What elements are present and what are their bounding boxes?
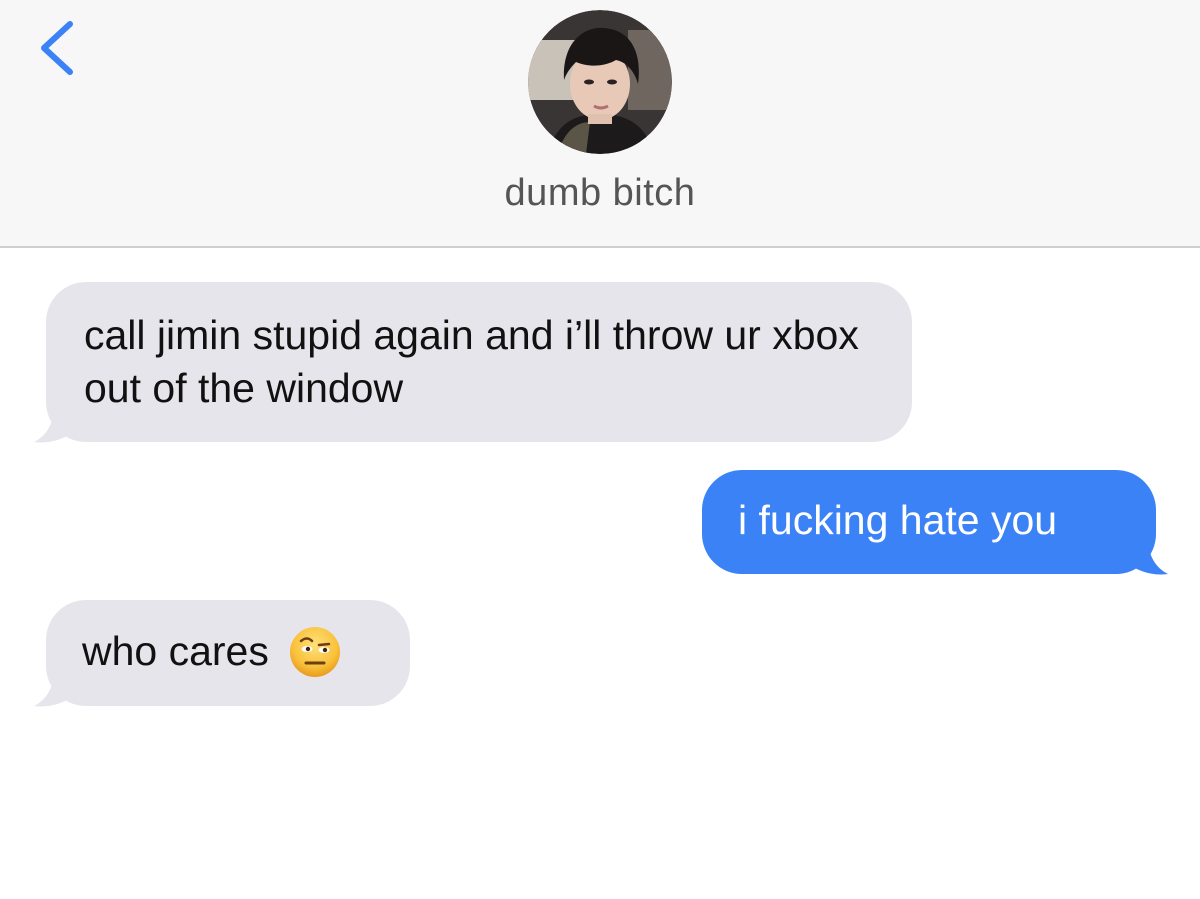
contact-name[interactable]: dumb bitch xyxy=(0,172,1200,215)
message-text: call jimin stupid again and i’ll throw u… xyxy=(84,312,859,411)
conversation-header: dumb bitch xyxy=(0,0,1200,248)
chevron-left-icon xyxy=(41,21,73,75)
message-text: i fucking hate you xyxy=(738,497,1058,543)
message-bubble-received[interactable]: who cares xyxy=(46,600,410,706)
contact-photo xyxy=(528,10,672,154)
back-button[interactable] xyxy=(28,18,88,78)
message-thread: call jimin stupid again and i’ll throw u… xyxy=(0,248,1200,899)
message-bubble-received[interactable]: call jimin stupid again and i’ll throw u… xyxy=(46,282,912,442)
face-with-raised-eyebrow-icon xyxy=(289,626,341,678)
message-bubble-sent[interactable]: i fucking hate you xyxy=(702,470,1156,574)
message-text: who cares xyxy=(82,628,269,674)
avatar[interactable] xyxy=(528,10,672,154)
